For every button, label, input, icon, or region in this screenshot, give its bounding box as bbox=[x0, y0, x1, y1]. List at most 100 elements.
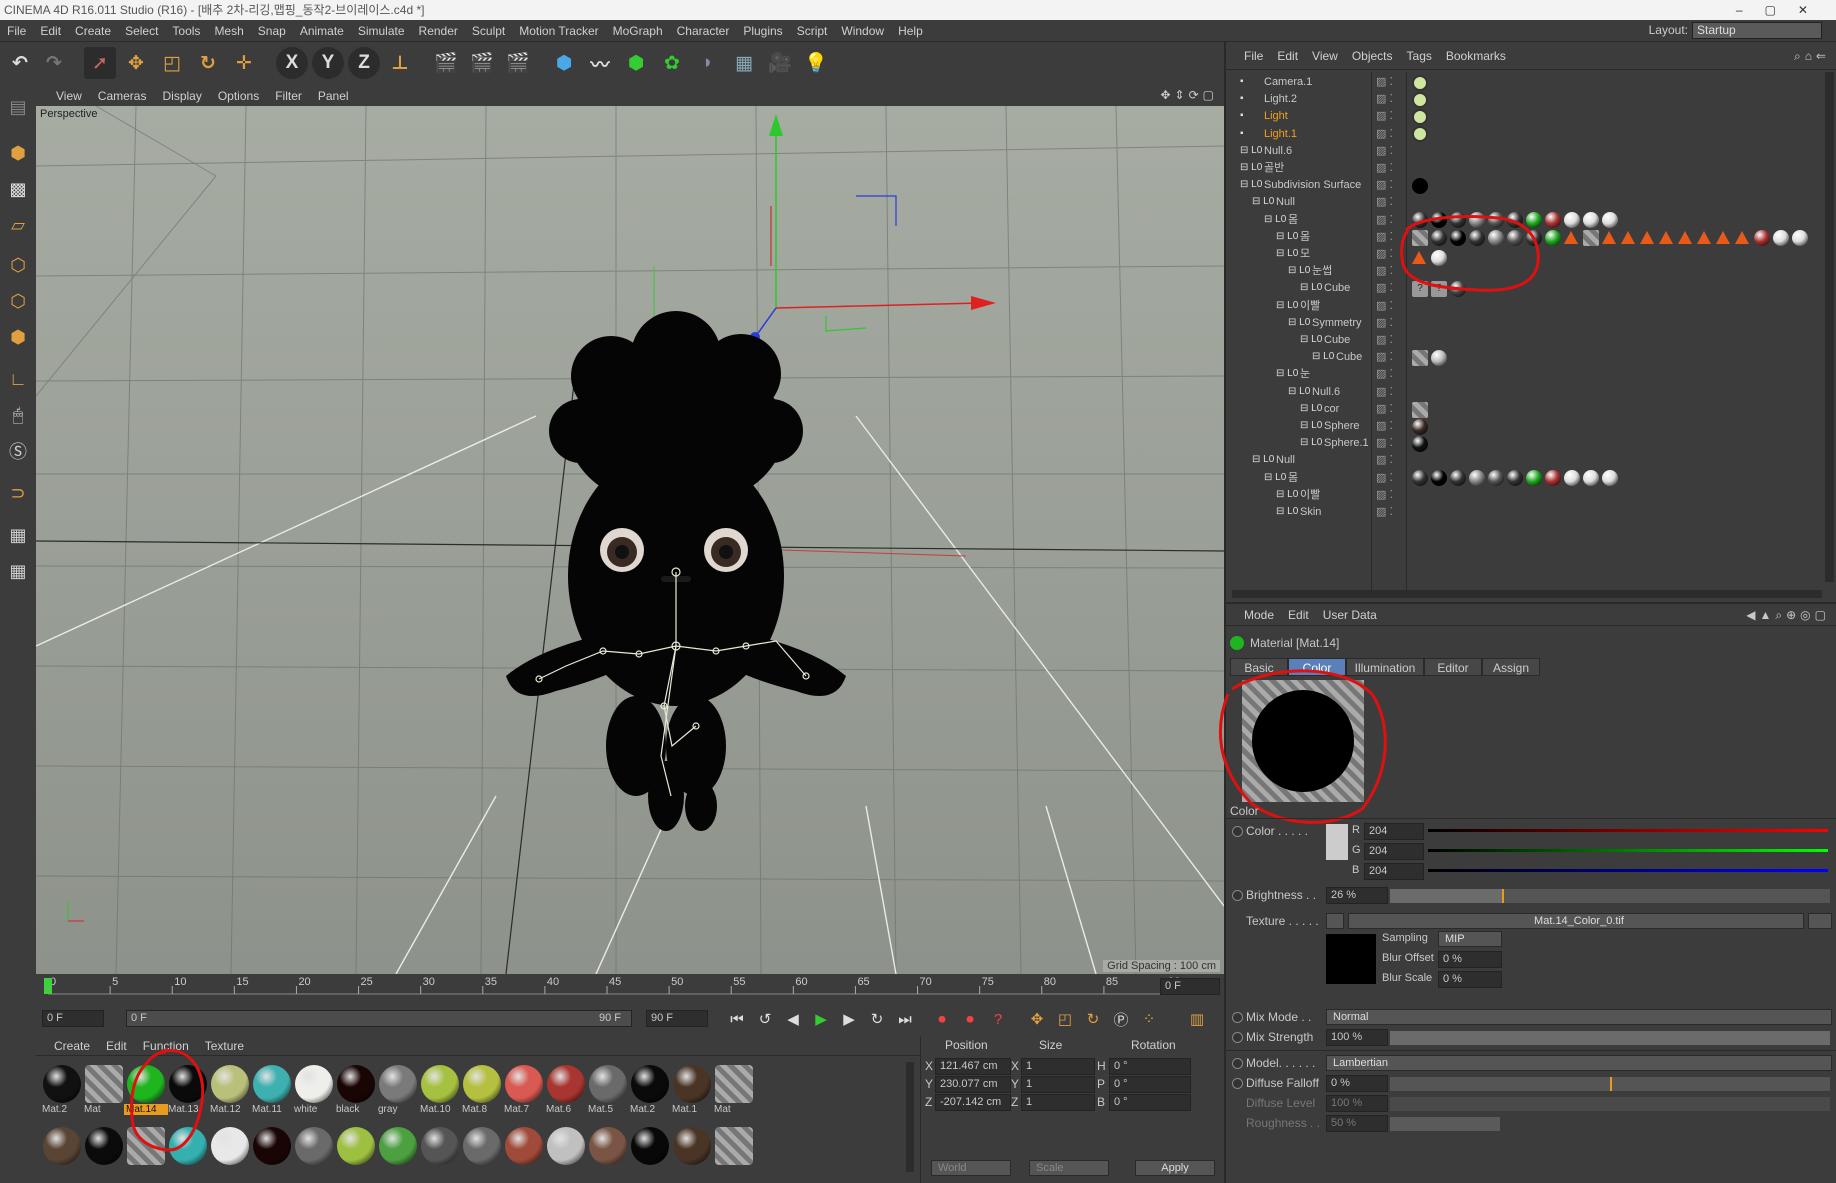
move-tool-icon[interactable]: ✥ bbox=[120, 47, 152, 79]
attribute-menu-mode[interactable]: Mode bbox=[1226, 604, 1281, 626]
attribute-nav-icons[interactable]: ◀▲⌕⊕◎▢ bbox=[1746, 604, 1830, 626]
snap-magnet-icon[interactable]: ⊃ bbox=[3, 478, 33, 508]
axis-mode-icon[interactable]: ∟ bbox=[3, 364, 33, 394]
next-frame-icon[interactable]: ▶ bbox=[838, 1008, 860, 1030]
texture-file-field[interactable]: Mat.14_Color_0.tif bbox=[1348, 913, 1804, 929]
key-position-icon[interactable]: ✥ bbox=[1026, 1008, 1048, 1030]
perspective-viewport[interactable]: Perspective Grid Spacing : 100 cm bbox=[36, 106, 1224, 974]
scale-tool-icon[interactable]: ◰ bbox=[156, 47, 188, 79]
layout-dropdown[interactable]: Startup bbox=[1692, 22, 1822, 39]
object-menu-file[interactable]: File bbox=[1226, 42, 1270, 70]
tweak-mode-icon[interactable]: 🖱 bbox=[3, 400, 33, 430]
material-swatch[interactable]: Mat bbox=[712, 1062, 756, 1120]
material-swatch[interactable] bbox=[376, 1124, 420, 1182]
menu-sculpt[interactable]: Sculpt bbox=[465, 20, 512, 42]
cube-object-icon[interactable]: ⬢ bbox=[548, 47, 580, 79]
render-view-icon[interactable]: 🎬 bbox=[430, 47, 462, 79]
material-swatch[interactable]: Mat.2 bbox=[40, 1062, 84, 1120]
material-swatch[interactable] bbox=[334, 1124, 378, 1182]
tab-assign[interactable]: Assign bbox=[1482, 658, 1540, 676]
position-field[interactable]: 121.467 cm bbox=[935, 1058, 1011, 1075]
material-swatch[interactable]: Mat.12 bbox=[208, 1062, 252, 1120]
rotation-field[interactable]: 0 ° bbox=[1109, 1094, 1191, 1111]
viewport-menu-cameras[interactable]: Cameras bbox=[90, 86, 155, 106]
color-animate-icon[interactable] bbox=[1232, 826, 1243, 837]
camera-icon[interactable]: 🎥 bbox=[764, 47, 796, 79]
previous-key-icon[interactable]: ↺ bbox=[754, 1008, 776, 1030]
keyframe-selection-icon[interactable]: ? bbox=[987, 1008, 1009, 1030]
object-menu-edit[interactable]: Edit bbox=[1270, 42, 1305, 70]
material-swatch[interactable]: white bbox=[292, 1062, 336, 1120]
r-field[interactable]: 204 bbox=[1364, 823, 1424, 840]
sampling-dropdown[interactable]: MIP bbox=[1438, 931, 1502, 947]
y-axis-lock-icon[interactable]: Y bbox=[312, 47, 344, 79]
b-field[interactable]: 204 bbox=[1364, 863, 1424, 880]
brightness-field[interactable]: 26 % bbox=[1326, 887, 1388, 904]
material-swatch[interactable]: Mat.7 bbox=[502, 1062, 546, 1120]
diffuse-falloff-slider[interactable] bbox=[1390, 1077, 1830, 1091]
material-swatch[interactable]: Mat.2 bbox=[628, 1062, 672, 1120]
rotation-field[interactable]: 0 ° bbox=[1109, 1076, 1191, 1093]
material-tag-icon[interactable] bbox=[1564, 231, 1578, 245]
material-tag-icon[interactable] bbox=[1678, 231, 1692, 245]
blur-scale-field[interactable]: 0 % bbox=[1438, 971, 1502, 988]
x-axis-lock-icon[interactable]: X bbox=[276, 47, 308, 79]
material-swatch[interactable] bbox=[670, 1124, 714, 1182]
material-swatch[interactable]: Mat.6 bbox=[544, 1062, 588, 1120]
material-swatch[interactable] bbox=[628, 1124, 672, 1182]
material-swatch[interactable]: gray bbox=[376, 1062, 420, 1120]
material-swatch[interactable]: Mat bbox=[82, 1062, 126, 1120]
attribute-menu-edit[interactable]: Edit bbox=[1281, 604, 1316, 626]
object-row[interactable]: ⊟ L0 Skin ▨ ⁚ bbox=[1232, 502, 1822, 522]
menu-mesh[interactable]: Mesh bbox=[207, 20, 250, 42]
points-mode-icon[interactable]: ⬡ bbox=[3, 250, 33, 280]
record-keys-icon[interactable]: ⏺ bbox=[931, 1008, 953, 1030]
material-scrollbar[interactable] bbox=[906, 1062, 914, 1172]
diffuse-level-slider[interactable] bbox=[1390, 1097, 1830, 1111]
go-to-start-icon[interactable]: ⏮ bbox=[726, 1008, 748, 1030]
brightness-slider[interactable] bbox=[1390, 889, 1830, 903]
mix-strength-field[interactable]: 100 % bbox=[1326, 1029, 1388, 1046]
material-swatch[interactable] bbox=[40, 1124, 84, 1182]
render-picture-viewer-icon[interactable]: 🎬 bbox=[466, 47, 498, 79]
make-editable-icon[interactable]: ▤ bbox=[3, 92, 33, 122]
size-field[interactable]: 1 bbox=[1021, 1058, 1095, 1075]
frame-range-slider[interactable]: 0 F 90 F bbox=[126, 1010, 632, 1027]
menu-script[interactable]: Script bbox=[790, 20, 835, 42]
end-frame-field[interactable]: 90 F bbox=[646, 1010, 708, 1027]
diffuse-falloff-animate-icon[interactable] bbox=[1232, 1078, 1243, 1089]
brightness-animate-icon[interactable] bbox=[1232, 890, 1243, 901]
size-field[interactable]: 1 bbox=[1021, 1076, 1095, 1093]
material-swatch[interactable] bbox=[586, 1124, 630, 1182]
cloner-icon[interactable]: ✿ bbox=[656, 47, 688, 79]
material-swatch[interactable] bbox=[418, 1124, 462, 1182]
menu-snap[interactable]: Snap bbox=[251, 20, 293, 42]
material-tag-icon[interactable] bbox=[1602, 231, 1616, 245]
menu-help[interactable]: Help bbox=[891, 20, 930, 42]
menu-motion-tracker[interactable]: Motion Tracker bbox=[512, 20, 605, 42]
mix-strength-animate-icon[interactable] bbox=[1232, 1032, 1243, 1043]
roughness-field[interactable]: 50 % bbox=[1326, 1115, 1388, 1132]
object-menu-view[interactable]: View bbox=[1305, 42, 1345, 70]
menu-create[interactable]: Create bbox=[68, 20, 118, 42]
position-field[interactable]: 230.077 cm bbox=[935, 1076, 1011, 1093]
material-swatch[interactable] bbox=[712, 1124, 756, 1182]
next-key-icon[interactable]: ↻ bbox=[866, 1008, 888, 1030]
mix-strength-slider[interactable] bbox=[1390, 1031, 1830, 1045]
material-swatch[interactable] bbox=[502, 1124, 546, 1182]
material-swatch[interactable] bbox=[544, 1124, 588, 1182]
menu-animate[interactable]: Animate bbox=[293, 20, 351, 42]
material-swatch[interactable] bbox=[292, 1124, 336, 1182]
r-slider[interactable] bbox=[1428, 829, 1828, 832]
material-swatch[interactable]: Mat.1 bbox=[670, 1062, 714, 1120]
start-frame-field[interactable]: 0 F bbox=[42, 1010, 104, 1027]
model-mode-icon[interactable]: ⬢ bbox=[3, 138, 33, 168]
size-mode-dropdown[interactable]: Scale bbox=[1029, 1160, 1109, 1176]
object-menu-tags[interactable]: Tags bbox=[1400, 42, 1439, 70]
material-menu-create[interactable]: Create bbox=[36, 1036, 98, 1056]
material-swatch[interactable]: Mat.10 bbox=[418, 1062, 462, 1120]
material-swatch[interactable] bbox=[208, 1124, 252, 1182]
material-swatch[interactable]: Mat.8 bbox=[460, 1062, 504, 1120]
material-tag-icon[interactable] bbox=[1697, 231, 1711, 245]
menu-tools[interactable]: Tools bbox=[165, 20, 207, 42]
